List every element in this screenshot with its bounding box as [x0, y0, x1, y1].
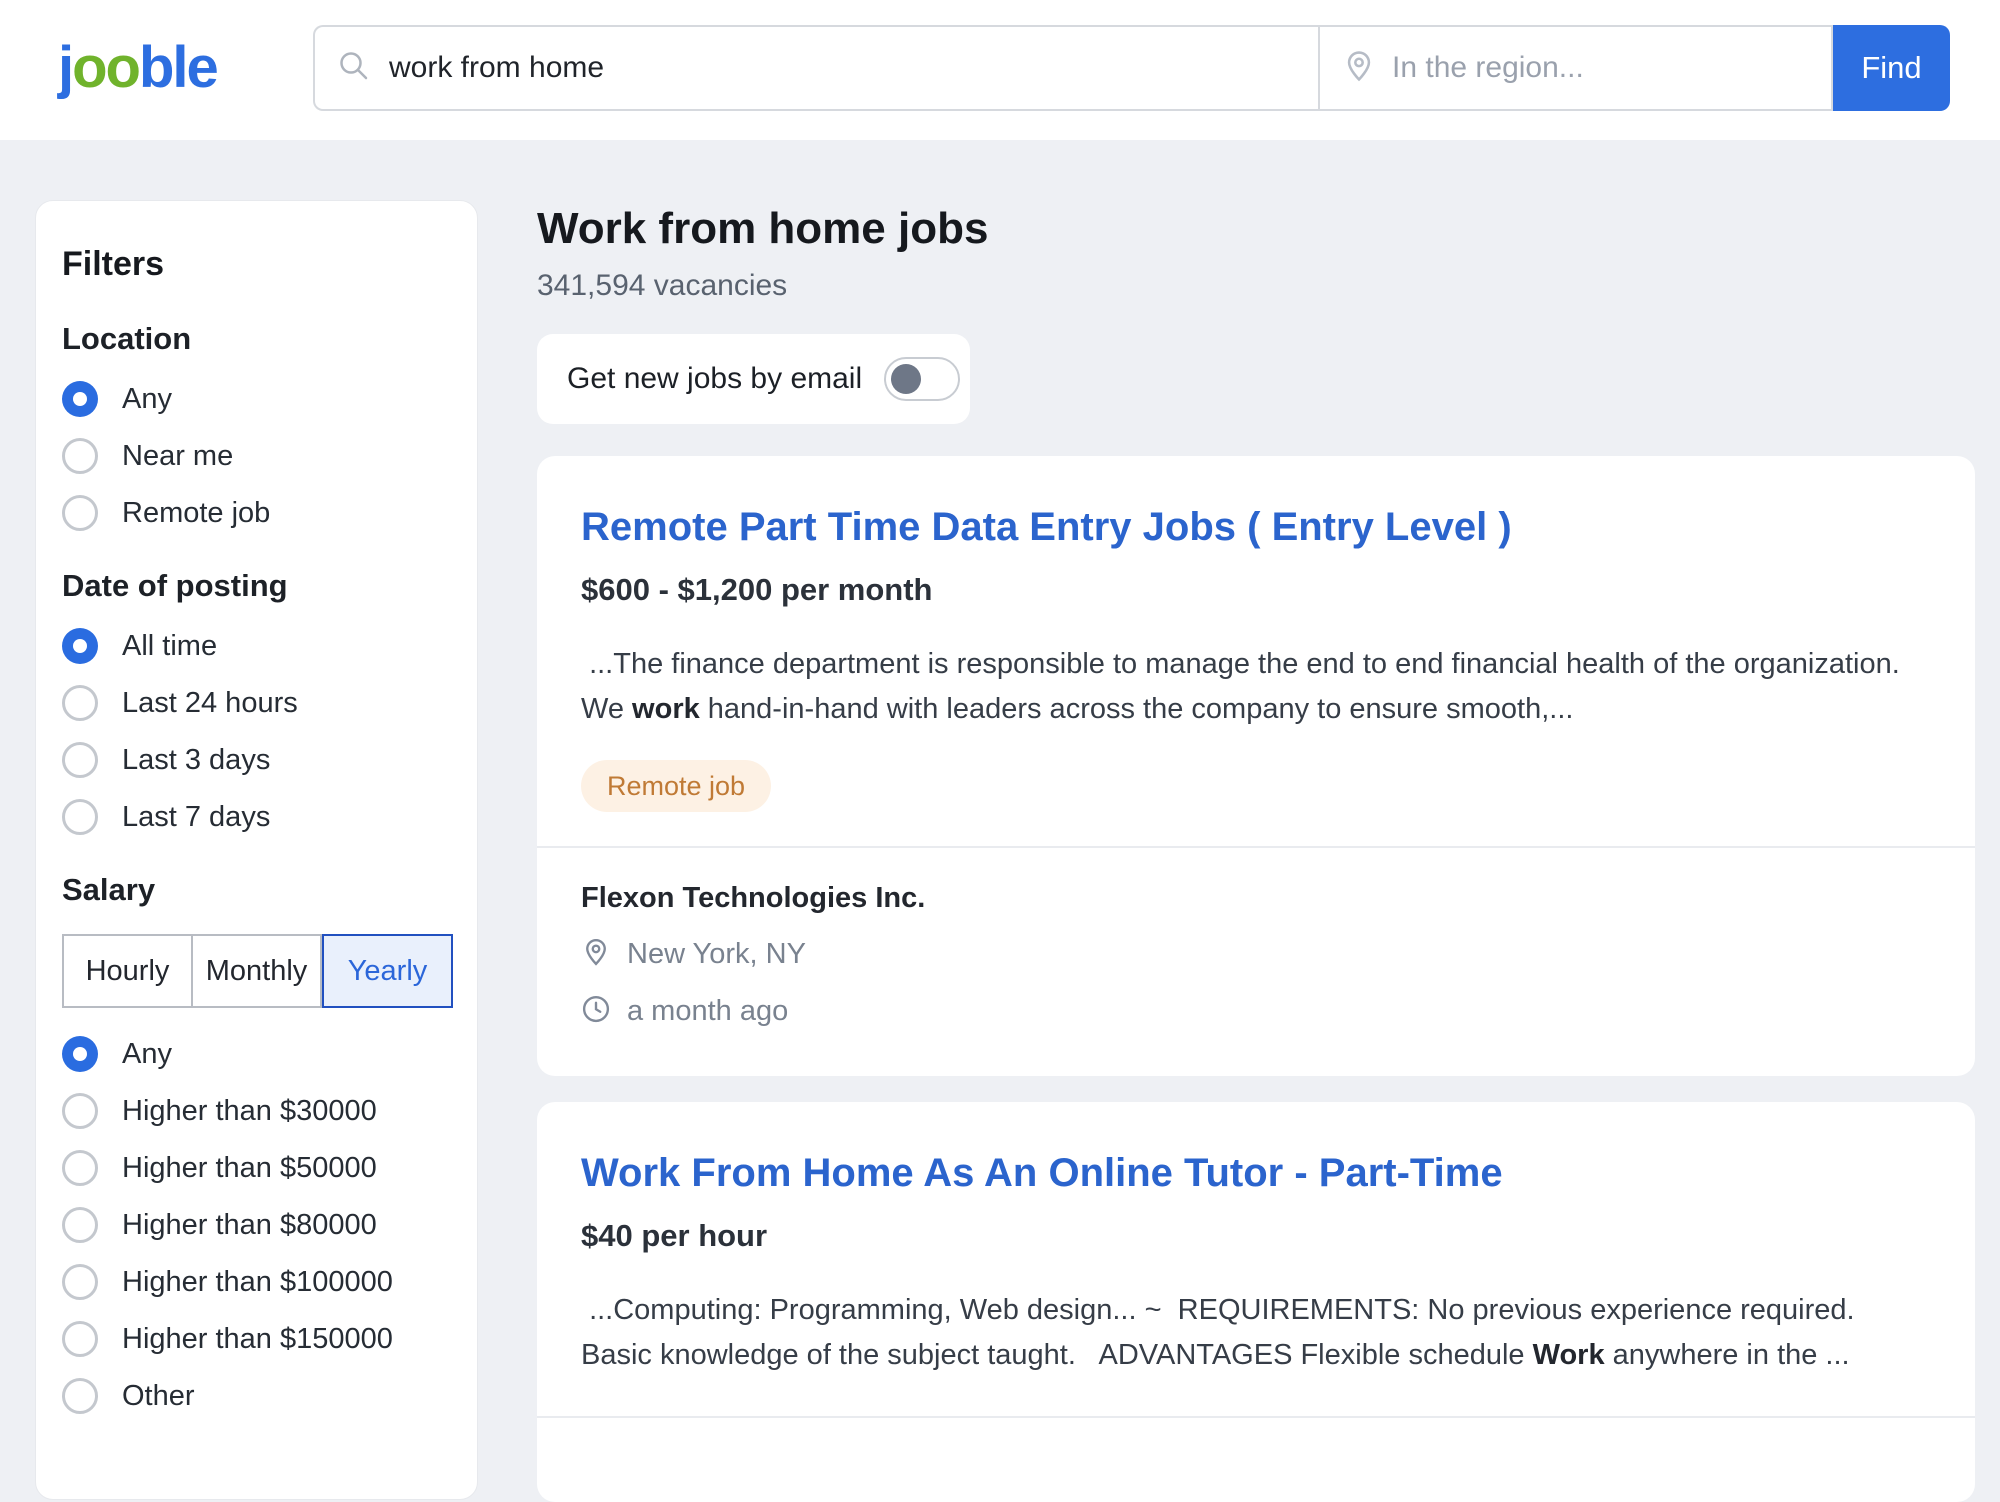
radio-icon: [62, 438, 98, 474]
results-column: Work from home jobs 341,594 vacancies Ge…: [537, 0, 1975, 1502]
tab-hourly[interactable]: Hourly: [62, 934, 193, 1008]
location-pin-icon: [581, 937, 611, 972]
job-description: ...Computing: Programming, Web design...…: [581, 1288, 1931, 1378]
radio-icon: [62, 1378, 98, 1414]
job-salary: $600 - $1,200 per month: [581, 572, 1931, 608]
date-of-posting-heading: Date of posting: [62, 568, 451, 604]
job-description-text: anywhere in the ...: [1605, 1339, 1850, 1371]
company-name: Flexon Technologies Inc.: [581, 882, 1931, 915]
radio-icon: [62, 1207, 98, 1243]
page-title: Work from home jobs: [537, 203, 1975, 255]
filter-date-last-7-days[interactable]: Last 7 days: [62, 799, 451, 835]
filter-location-remote-job[interactable]: Remote job: [62, 495, 451, 531]
job-salary: $40 per hour: [581, 1218, 1931, 1254]
filters-title: Filters: [62, 245, 451, 284]
filter-salary-30000[interactable]: Higher than $30000: [62, 1093, 451, 1129]
filter-salary-150000[interactable]: Higher than $150000: [62, 1321, 451, 1357]
radio-icon: [62, 1321, 98, 1357]
email-subscribe-card: Get new jobs by email: [537, 334, 970, 424]
filter-date-last-3-days[interactable]: Last 3 days: [62, 742, 451, 778]
radio-icon: [62, 1264, 98, 1300]
radio-selected-icon: [62, 1036, 98, 1072]
tab-monthly[interactable]: Monthly: [193, 934, 322, 1008]
location-heading: Location: [62, 321, 451, 357]
job-title-link[interactable]: Remote Part Time Data Entry Jobs ( Entry…: [581, 502, 1512, 552]
email-subscribe-toggle[interactable]: [884, 357, 960, 401]
filter-date-last-24-hours[interactable]: Last 24 hours: [62, 685, 451, 721]
logo-part-j: j: [58, 35, 72, 100]
radio-icon: [62, 742, 98, 778]
radio-icon: [62, 1093, 98, 1129]
job-description: ...The finance department is responsible…: [581, 642, 1931, 732]
logo-part-ble: ble: [139, 35, 217, 100]
job-posted-row: a month ago: [581, 994, 1931, 1029]
job-card[interactable]: Remote Part Time Data Entry Jobs ( Entry…: [537, 456, 1975, 1076]
filters-panel: Filters Location Any Near me Remote job …: [35, 200, 478, 1500]
job-description-highlight: Work: [1533, 1339, 1605, 1371]
jooble-logo[interactable]: jooble: [58, 32, 217, 104]
job-location: New York, NY: [627, 938, 806, 971]
job-description-highlight: work: [632, 693, 700, 725]
job-description-text: hand-in-hand with leaders across the com…: [700, 693, 1574, 725]
logo-part-oo: oo: [72, 35, 139, 100]
filter-salary-other[interactable]: Other: [62, 1378, 451, 1414]
job-posted-time: a month ago: [627, 995, 788, 1028]
job-card[interactable]: Work From Home As An Online Tutor - Part…: [537, 1102, 1975, 1502]
filter-salary-100000[interactable]: Higher than $100000: [62, 1264, 451, 1300]
filter-salary-80000[interactable]: Higher than $80000: [62, 1207, 451, 1243]
clock-icon: [581, 994, 611, 1029]
remote-job-badge: Remote job: [581, 760, 771, 812]
tab-yearly[interactable]: Yearly: [322, 934, 453, 1008]
vacancies-count: 341,594 vacancies: [537, 268, 1975, 304]
filter-date-all-time[interactable]: All time: [62, 628, 451, 664]
radio-icon: [62, 1150, 98, 1186]
salary-period-tabs: Hourly Monthly Yearly: [62, 934, 453, 1008]
card-divider: [537, 1416, 1975, 1418]
filter-salary-50000[interactable]: Higher than $50000: [62, 1150, 451, 1186]
radio-icon: [62, 799, 98, 835]
filter-location-any[interactable]: Any: [62, 381, 451, 417]
filter-salary-any[interactable]: Any: [62, 1036, 451, 1072]
email-subscribe-label: Get new jobs by email: [567, 362, 862, 396]
company-block: Flexon Technologies Inc. New York, NY: [581, 848, 1931, 1073]
job-title-link[interactable]: Work From Home As An Online Tutor - Part…: [581, 1148, 1503, 1198]
toggle-knob: [891, 364, 921, 394]
salary-heading: Salary: [62, 872, 451, 908]
radio-selected-icon: [62, 628, 98, 664]
radio-icon: [62, 685, 98, 721]
radio-selected-icon: [62, 381, 98, 417]
filter-location-near-me[interactable]: Near me: [62, 438, 451, 474]
search-icon: [337, 49, 371, 88]
job-location-row: New York, NY: [581, 937, 1931, 972]
radio-icon: [62, 495, 98, 531]
